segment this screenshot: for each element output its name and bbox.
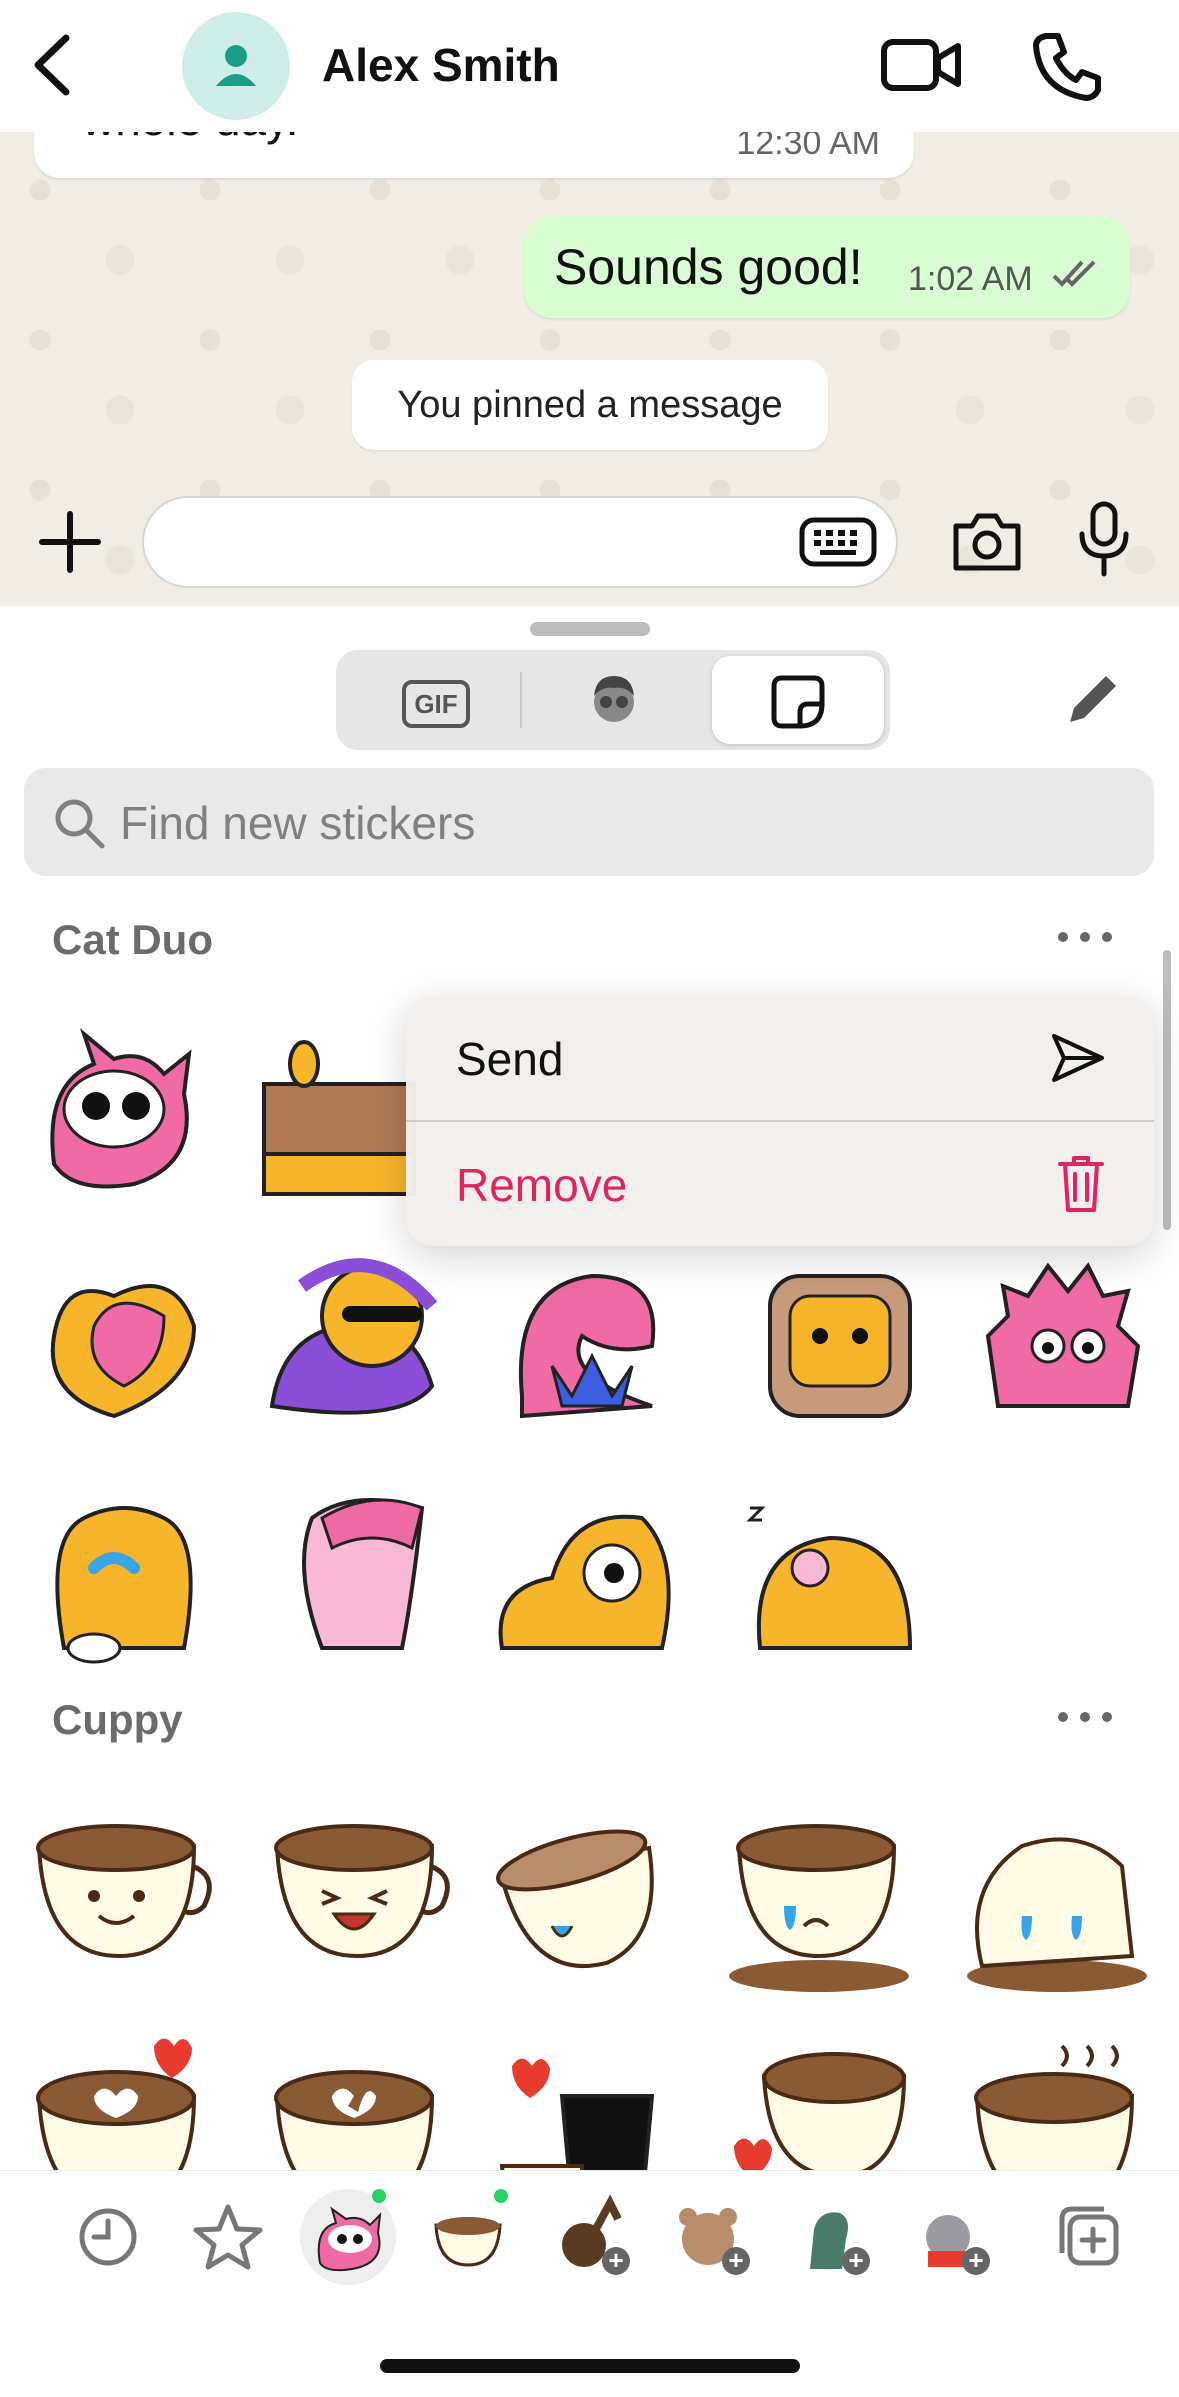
menu-item-send[interactable]: Send bbox=[406, 996, 1154, 1120]
trash-icon bbox=[1058, 1156, 1104, 1212]
section-title-cuppy: Cuppy bbox=[52, 1696, 183, 1743]
gif-icon: GIF bbox=[402, 680, 470, 728]
sticker-pink-cat-stars[interactable] bbox=[492, 1246, 682, 1436]
person-icon bbox=[216, 45, 256, 86]
edit-pencil-icon[interactable] bbox=[1060, 668, 1124, 732]
send-icon bbox=[1052, 1034, 1104, 1082]
new-badge bbox=[494, 2189, 508, 2203]
more-icon[interactable] bbox=[1058, 922, 1118, 952]
section-title-cat-duo: Cat Duo bbox=[52, 916, 213, 963]
add-stickers-icon bbox=[1059, 2206, 1119, 2266]
sticker-cat-headphones[interactable] bbox=[262, 1246, 452, 1436]
add-pack-icon: + bbox=[722, 2247, 750, 2275]
more-icon[interactable] bbox=[1058, 1702, 1118, 1732]
pack-raccoon-tab[interactable]: + bbox=[900, 2189, 996, 2285]
message-input[interactable] bbox=[142, 496, 898, 588]
add-pack-icon: + bbox=[962, 2247, 990, 2275]
favorites-tab[interactable] bbox=[180, 2189, 276, 2285]
plus-icon[interactable] bbox=[38, 510, 102, 574]
add-pack-icon: + bbox=[842, 2247, 870, 2275]
pink-cat-pack-icon bbox=[317, 2206, 382, 2272]
sticker-panel: GIF Find new stickers Cat Duo Cuppy Send… bbox=[0, 606, 1179, 2396]
add-pack-icon: + bbox=[602, 2247, 630, 2275]
chat-header: Alex Smith bbox=[0, 0, 1179, 132]
avatar[interactable] bbox=[182, 12, 290, 120]
sheet-grabber[interactable] bbox=[530, 622, 650, 636]
chat-area: whole day. 12:30 AM Alex Smith Sounds go… bbox=[0, 0, 1179, 606]
sticker-cat-toast[interactable] bbox=[740, 1246, 930, 1436]
sticker-sleeping-cat[interactable] bbox=[740, 1478, 930, 1668]
tab-divider bbox=[520, 672, 522, 728]
sticker-search[interactable]: Find new stickers bbox=[24, 768, 1154, 876]
voice-call-icon[interactable] bbox=[1030, 28, 1106, 104]
message-time: 1:02 AM bbox=[908, 260, 1033, 298]
pack-hamster-tab[interactable]: + bbox=[660, 2189, 756, 2285]
sticker-tray: + + + + bbox=[0, 2170, 1179, 2397]
avatar-icon bbox=[594, 676, 634, 722]
picker-tabs: GIF bbox=[336, 650, 890, 750]
microphone-icon[interactable] bbox=[1076, 500, 1132, 578]
sticker-cup-sad[interactable] bbox=[724, 1806, 914, 1996]
pack-cat-duo-tab[interactable] bbox=[300, 2189, 396, 2285]
cup-pack-icon bbox=[434, 2217, 502, 2267]
clock-icon bbox=[79, 2208, 137, 2266]
menu-item-remove[interactable]: Remove bbox=[406, 1122, 1154, 1246]
avatar-tab[interactable] bbox=[528, 656, 700, 744]
sticker-yellow-cat-heart[interactable] bbox=[24, 1246, 214, 1436]
sticker-cup-crying[interactable] bbox=[962, 1806, 1152, 1996]
search-placeholder: Find new stickers bbox=[120, 797, 476, 849]
message-text: Sounds good! bbox=[554, 239, 863, 295]
video-call-icon[interactable] bbox=[880, 30, 964, 100]
outgoing-message[interactable]: Sounds good! 1:02 AM bbox=[524, 216, 1130, 318]
pack-dino-tab[interactable]: + bbox=[780, 2189, 876, 2285]
gif-tab[interactable]: GIF bbox=[342, 656, 514, 744]
sticker-pink-spiky[interactable] bbox=[968, 1236, 1158, 1426]
sticker-yellow-cat-lying[interactable] bbox=[492, 1478, 682, 1668]
recent-tab[interactable] bbox=[60, 2189, 156, 2285]
double-check-icon bbox=[1052, 260, 1096, 287]
sticker-pink-cat[interactable] bbox=[24, 1014, 214, 1204]
sticker-icon bbox=[771, 675, 825, 729]
star-icon bbox=[193, 2204, 263, 2270]
sticker-pink-cat-back[interactable] bbox=[262, 1478, 452, 1668]
remove-label: Remove bbox=[456, 1159, 628, 1211]
stickers-tab[interactable] bbox=[712, 656, 884, 744]
new-badge bbox=[372, 2189, 386, 2203]
scrollbar[interactable] bbox=[1163, 950, 1171, 1230]
back-icon[interactable] bbox=[22, 30, 82, 100]
system-notice: You pinned a message bbox=[352, 360, 828, 450]
home-indicator bbox=[380, 2359, 800, 2373]
sticker-cup-smile[interactable] bbox=[24, 1806, 214, 1996]
sticker-cat-in-box[interactable] bbox=[244, 1024, 424, 1214]
search-icon bbox=[55, 799, 105, 849]
camera-icon[interactable] bbox=[950, 508, 1024, 574]
sticker-context-menu: Send Remove bbox=[406, 996, 1154, 1246]
pack-bear-tab[interactable]: + bbox=[540, 2189, 636, 2285]
contact-name[interactable]: Alex Smith bbox=[322, 38, 560, 92]
sticker-cup-tears-joy[interactable] bbox=[492, 1796, 682, 1986]
sticker-cup-laugh[interactable] bbox=[262, 1806, 452, 1996]
pack-cuppy-tab[interactable] bbox=[420, 2189, 516, 2285]
add-sticker-pack-button[interactable] bbox=[1040, 2189, 1136, 2285]
send-label: Send bbox=[456, 1033, 564, 1085]
keyboard-icon[interactable] bbox=[798, 516, 878, 568]
sticker-crying-cat[interactable] bbox=[24, 1478, 214, 1668]
